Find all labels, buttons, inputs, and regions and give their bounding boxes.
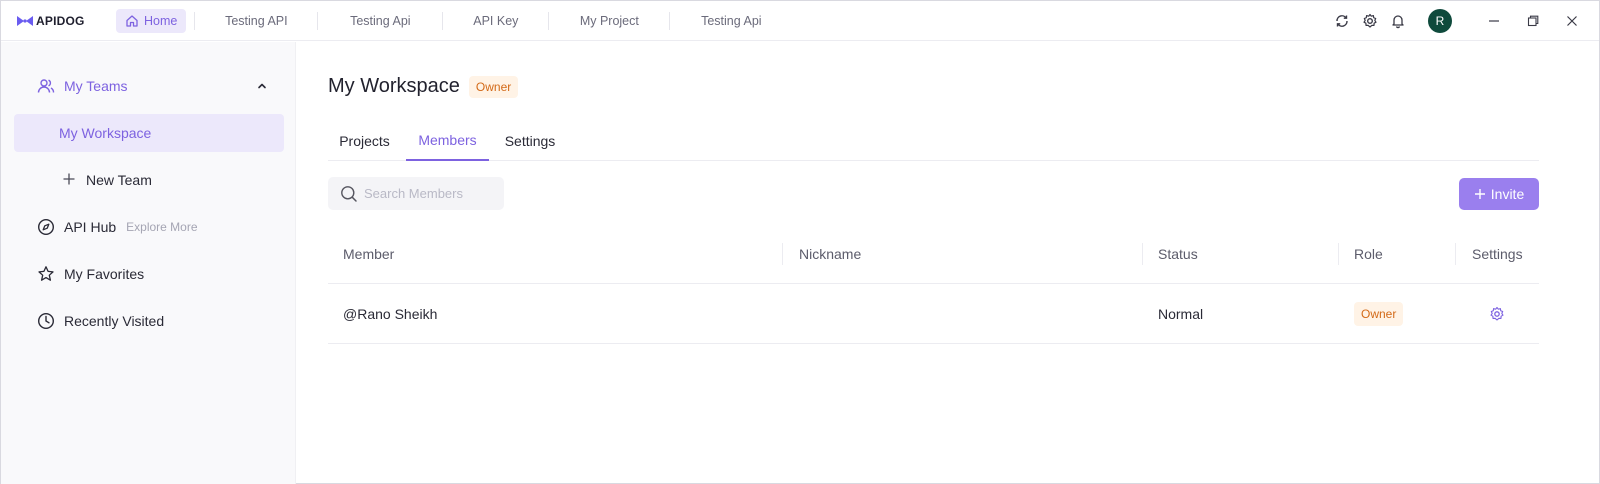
tab-settings[interactable]: Settings [494,121,566,161]
member-status: Normal [1158,306,1204,322]
tab-label: Testing API [225,13,288,28]
compass-icon [37,218,55,236]
table-row: @Rano Sheikh Normal Owner [328,284,1539,344]
apidog-logo-icon [17,15,33,26]
column-divider [1338,243,1339,265]
sidebar-item-label: My Teams [64,78,128,94]
column-divider [1455,243,1456,265]
close-icon [1566,16,1577,26]
sidebar-item-api-hub[interactable]: API Hub Explore More [14,208,284,246]
workspace-tabs: Projects Members Settings [328,121,1539,161]
column-divider [782,243,783,265]
sidebar-item-my-workspace[interactable]: My Workspace [14,114,284,152]
star-icon [37,265,55,283]
close-button[interactable] [1552,7,1591,35]
tab-home[interactable]: Home [116,8,187,33]
user-avatar-button[interactable]: R [1426,7,1454,35]
page-header: My Workspace Owner [328,75,519,98]
tab-api-key[interactable]: API Key [443,1,548,41]
search-members-box [328,177,504,210]
column-header-status: Status [1158,246,1198,262]
invite-button-label: Invite [1490,186,1525,202]
tab-label: Settings [504,133,556,149]
home-icon [126,14,138,27]
sidebar-item-new-team[interactable]: New Team [14,161,284,199]
owner-badge: Owner [468,75,519,98]
role-badge: Owner [1354,302,1404,326]
tab-label: Testing Api [350,13,411,28]
bell-icon [1392,15,1404,29]
invite-button[interactable]: Invite [1459,178,1539,210]
column-header-nickname: Nickname [799,246,862,262]
column-header-role: Role [1354,246,1383,262]
tab-testing-api-3[interactable]: Testing Api [670,1,792,41]
apidog-logo[interactable]: APIDOG [17,14,99,28]
column-divider [1142,243,1143,265]
sidebar: My Teams My Workspace New Team API Hub E… [1,42,296,484]
tab-home-label: Home [144,13,178,28]
tab-label: Testing Api [701,13,762,28]
tab-members[interactable]: Members [406,121,489,161]
tab-label: My Project [579,13,639,28]
users-icon [37,77,55,95]
title-bar: APIDOG Home Testing API Testing Api API … [1,1,1599,41]
tab-testing-api-2[interactable]: Testing Api [318,1,442,41]
tab-testing-api-1[interactable]: Testing API [195,1,317,41]
page-title: My Workspace [328,75,460,97]
notifications-button[interactable] [1384,7,1412,35]
members-table: Member Nickname Status Role Settings @Ra… [328,224,1539,344]
api-hub-hint: Explore More [126,220,198,234]
plus-icon [62,172,76,189]
search-icon [341,185,357,202]
settings-button[interactable] [1356,7,1384,35]
sync-button[interactable] [1328,7,1356,35]
restore-icon [1527,15,1538,27]
sidebar-item-label: My Workspace [59,125,152,141]
tab-projects[interactable]: Projects [328,121,401,161]
member-role: Owner [1354,284,1404,344]
member-name: @Rano Sheikh [343,306,438,322]
tab-label: API Key [473,13,519,28]
gear-icon [1363,13,1377,28]
plus-icon [1474,189,1485,199]
sidebar-item-label: API Hub [64,219,117,235]
sync-icon [1336,15,1348,27]
sidebar-item-label: New Team [86,172,152,188]
tab-my-project[interactable]: My Project [549,1,669,41]
column-header-member: Member [343,246,395,262]
sidebar-item-my-favorites[interactable]: My Favorites [14,255,284,293]
table-header: Member Nickname Status Role Settings [328,224,1539,284]
logo-text: APIDOG [36,13,85,28]
gear-icon [1490,306,1504,321]
chevron-up-icon[interactable] [256,79,268,95]
column-header-settings: Settings [1472,246,1523,262]
sidebar-item-label: My Favorites [64,266,145,282]
clock-icon [37,312,55,330]
tab-label: Projects [339,133,390,149]
avatar: R [1428,9,1452,33]
minimize-icon [1488,20,1499,22]
sidebar-item-my-teams[interactable]: My Teams [14,67,284,105]
tab-label: Members [418,132,477,148]
title-bar-actions: R [1328,1,1599,41]
minimize-button[interactable] [1474,7,1513,35]
member-settings-button[interactable] [1489,284,1505,344]
restore-button[interactable] [1513,7,1552,35]
sidebar-item-label: Recently Visited [64,313,165,329]
sidebar-item-recently-visited[interactable]: Recently Visited [14,302,284,340]
search-members-input[interactable] [364,186,504,201]
